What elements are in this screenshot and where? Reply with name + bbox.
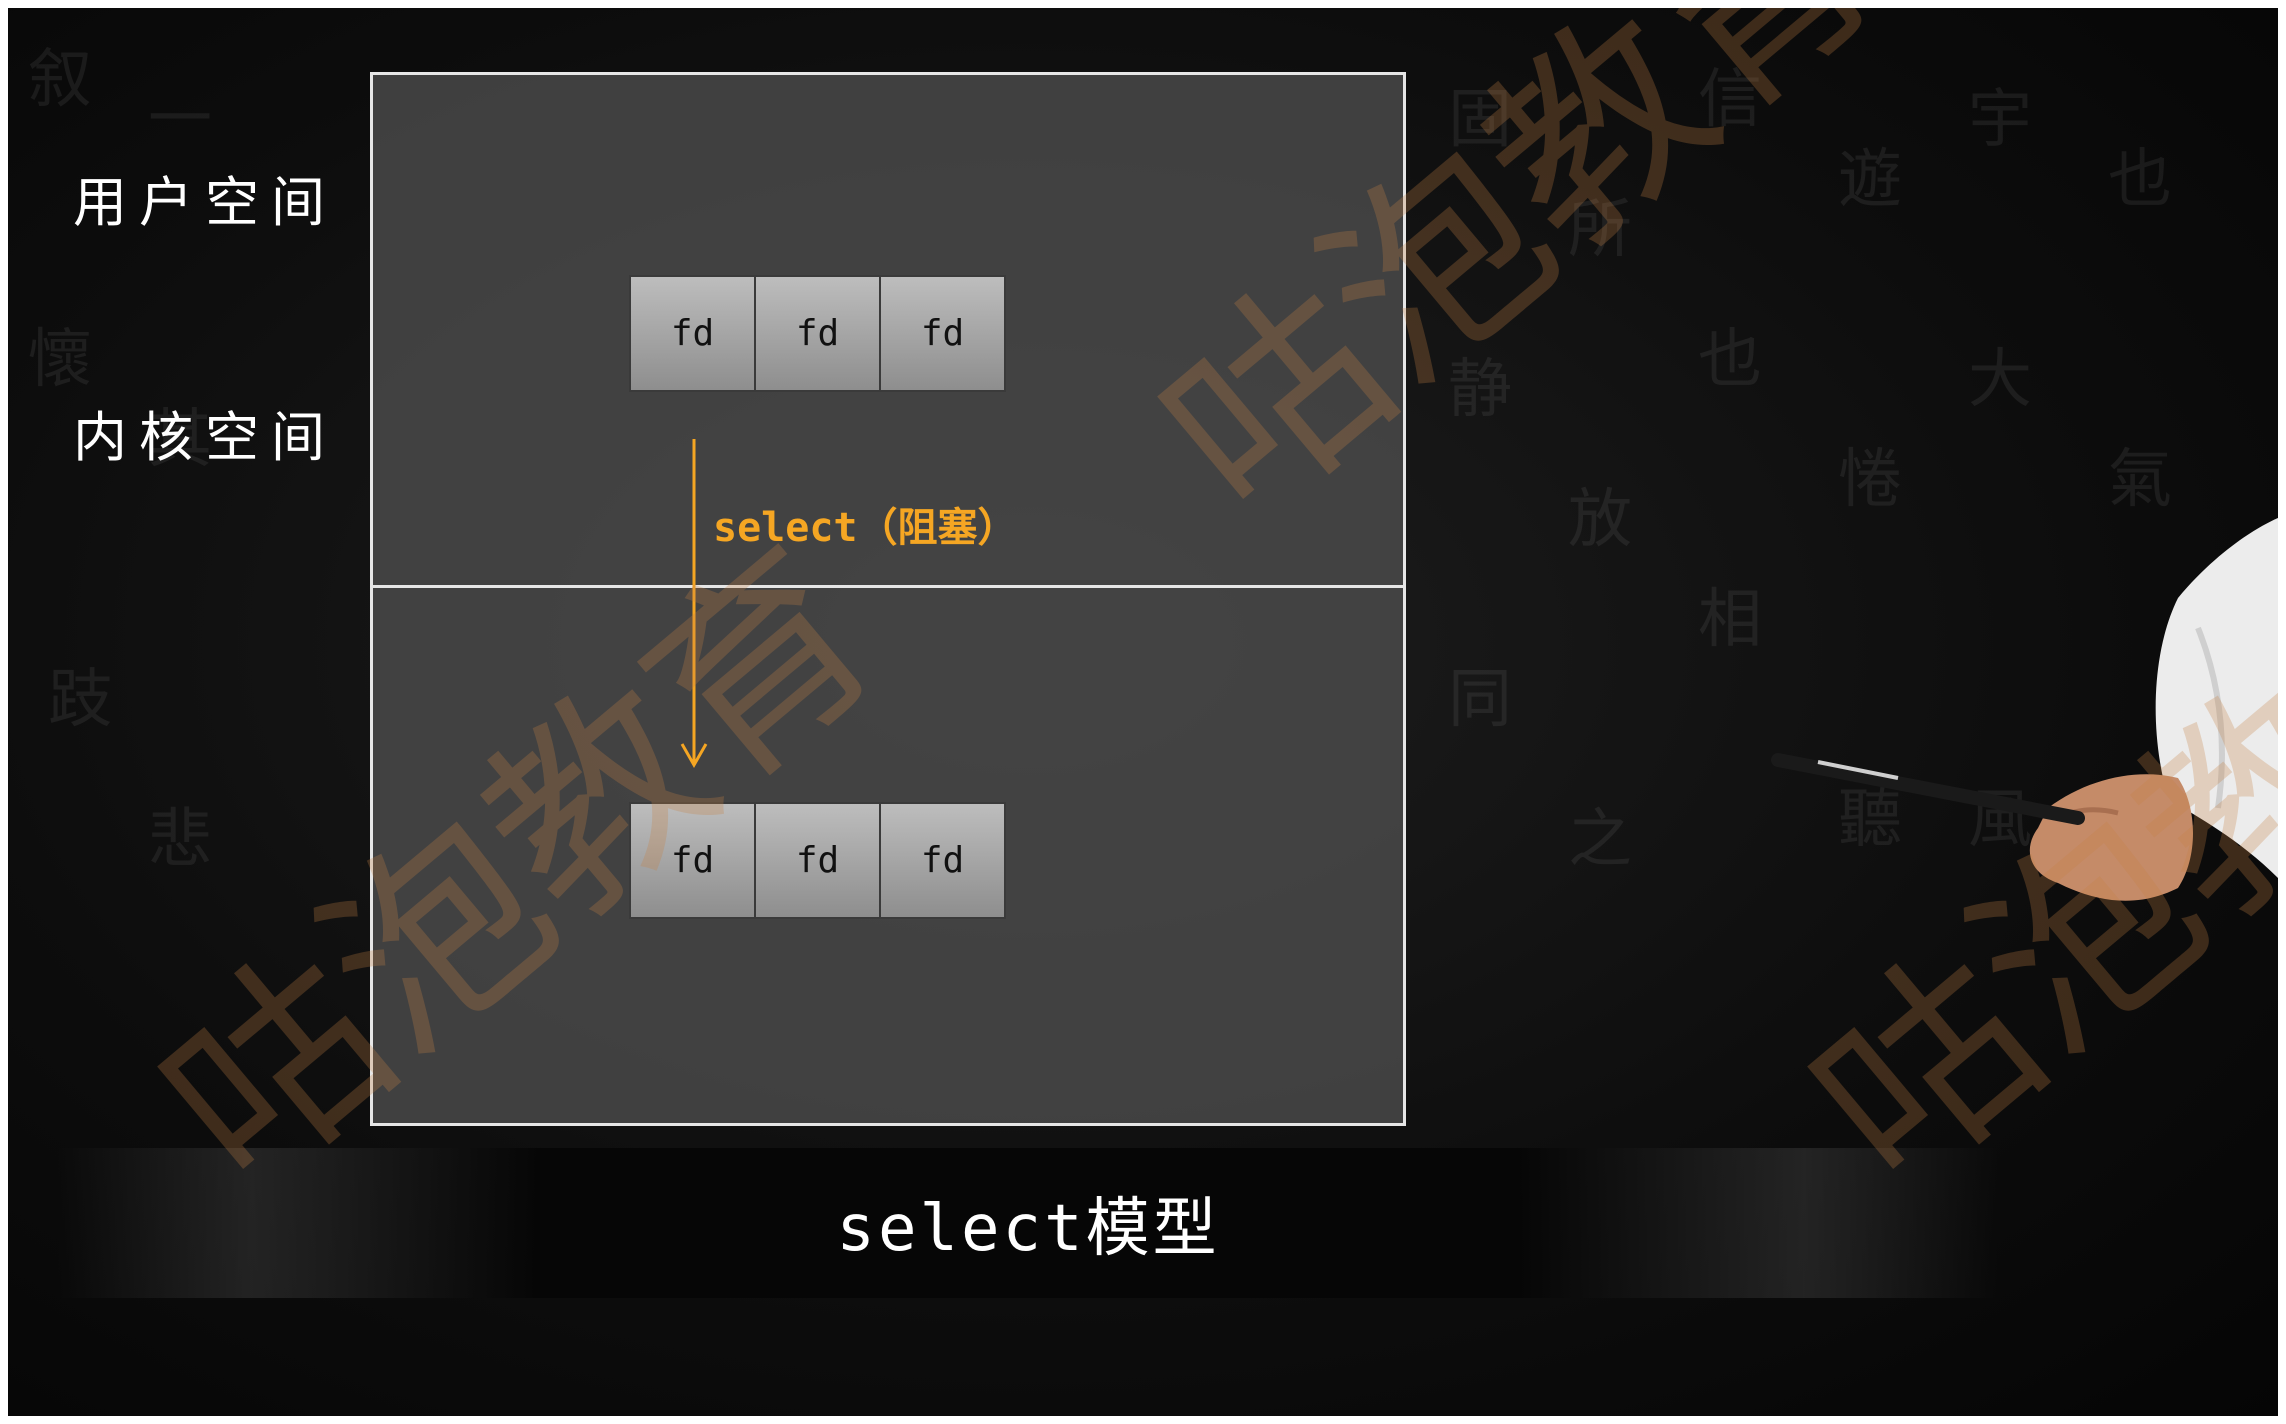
fd-box: fd [629, 275, 756, 392]
video-frame: 叙一懷 其跂悲 固所静 放同之 信也相 遊惓宇 大也氣 和風聽 用户空间 内核空… [8, 8, 2278, 1416]
fd-box: fd [754, 275, 881, 392]
select-model-diagram: fd fd fd select（阻塞） fd fd fd [370, 72, 1406, 1126]
fd-box: fd [629, 802, 756, 919]
fd-box: fd [879, 275, 1006, 392]
slide-title: select模型 [836, 1192, 1220, 1266]
fd-box: fd [879, 802, 1006, 919]
space-divider [373, 585, 1403, 588]
user-space-label: 用户空间 [73, 171, 337, 234]
title-bar: select模型 [58, 1148, 1998, 1298]
presenter-hand-pointer [1771, 518, 2278, 901]
fd-box: fd [754, 802, 881, 919]
select-arrow [680, 439, 708, 769]
kernel-space-label: 内核空间 [73, 406, 337, 469]
user-fd-row: fd fd fd [629, 275, 1006, 392]
select-call-label: select（阻塞） [713, 505, 1018, 551]
kernel-fd-row: fd fd fd [629, 802, 1006, 919]
